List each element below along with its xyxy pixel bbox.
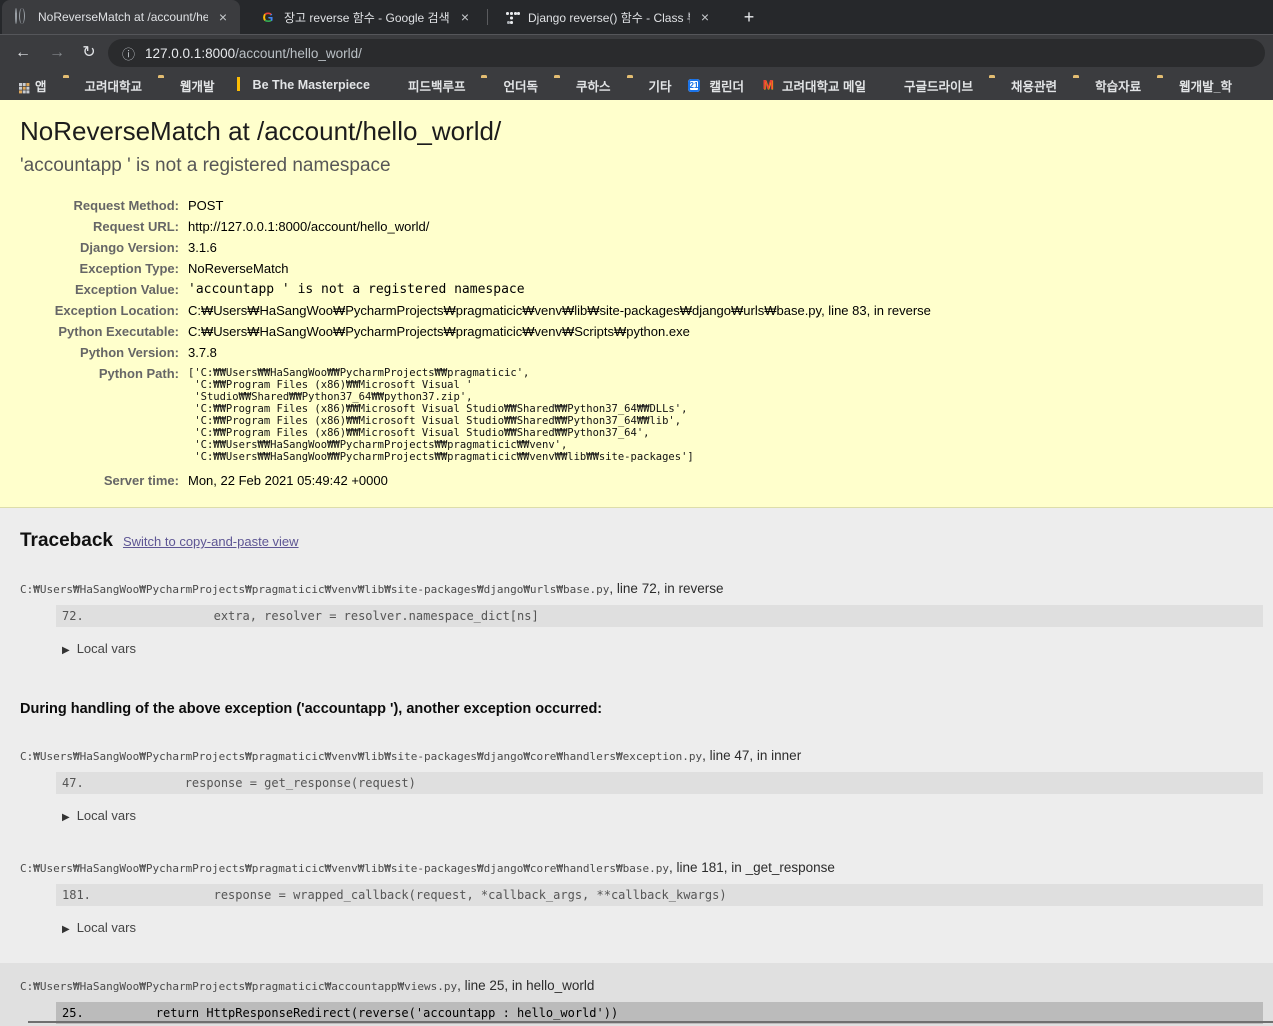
table-row: Exception Type: NoReverseMatch [79,261,289,276]
frame-code-line[interactable]: 181. response = wrapped_callback(request… [56,884,1263,906]
apps-grid-icon [16,80,26,90]
local-vars-toggle[interactable]: ▶ Local vars [62,641,1273,656]
dots-icon [504,9,520,25]
traceback-frame-user: C:₩Users₩HaSangWoo₩PycharmProjects₩pragm… [0,963,1273,1026]
browser-toolbar: ← → ↻ ⓘ 127.0.0.1:8000/account/hello_wor… [0,34,1273,70]
back-button[interactable]: ← [10,40,36,66]
page-content: NoReverseMatch at /account/hello_world/ … [0,100,1273,1026]
page-title: NoReverseMatch at /account/hello_world/ [20,116,502,146]
bookmark-folder[interactable]: 웹개발 [151,73,222,98]
folder-icon [627,77,643,93]
close-icon[interactable]: × [698,9,712,25]
bookmark-folder[interactable]: 언더독 [474,73,545,98]
error-summary: NoReverseMatch at /account/hello_world/ … [0,100,1273,508]
bookmark-drive[interactable]: 구글드라이브 [875,73,980,98]
table-row: Server time: Mon, 22 Feb 2021 05:49:42 +0… [103,473,388,488]
frame-code-line[interactable]: 72. extra, resolver = resolver.namespace… [56,605,1263,627]
table-row: Django Version: 3.1.6 [80,240,217,255]
folder-icon [1073,77,1089,93]
calendar-icon: 21 [687,79,701,92]
triangle-icon: ▶ [62,645,70,656]
tab-title: NoReverseMatch at /account/he [38,10,208,24]
folder-icon [1157,77,1173,93]
close-icon[interactable]: × [458,9,472,25]
bookmark-folder[interactable]: 학습자료 [1066,73,1148,98]
reload-button[interactable]: ↻ [76,40,102,66]
table-row: Python Version: 3.7.8 [80,345,217,360]
exception-value-heading: 'accountapp ' is not a registered namesp… [20,155,391,176]
folder-icon [554,77,570,93]
frame-file-path: C:₩Users₩HaSangWoo₩PycharmProjects₩pragm… [20,581,724,596]
bookmark-folder[interactable]: 쿠하스 [547,73,618,98]
bookmark-item[interactable]: 피드백루프 [379,73,473,98]
bookmark-folder[interactable]: 고려대학교 [56,73,150,98]
gmail-icon: M [762,77,774,92]
switch-view-link[interactable]: Switch to copy-and-paste view [123,534,299,549]
tab-google-search[interactable]: G 장고 reverse 함수 - Google 검색 × [248,0,482,34]
gift-icon [231,77,247,93]
tab-separator [487,9,488,25]
local-vars-toggle[interactable]: ▶ Local vars [62,920,1273,935]
table-row: Python Executable: C:₩Users₩HaSangWoo₩Pyc… [58,324,690,339]
tab-django-docs[interactable]: Django reverse() 함수 - Class 뷰 × [492,0,722,34]
triangle-icon: ▶ [62,924,70,935]
traceback-frame: C:₩Users₩HaSangWoo₩PycharmProjects₩pragm… [0,851,1273,954]
traceback-heading: Traceback [20,530,113,551]
tab-noreversematch[interactable]: NoReverseMatch at /account/he × [2,0,240,34]
page-info-icon[interactable]: ⓘ [122,44,135,63]
triangle-icon: ▶ [62,812,70,823]
bookmark-folder[interactable]: 웹개발_학 [1150,73,1239,98]
tab-strip: NoReverseMatch at /account/he × G 장고 rev… [0,0,1273,34]
folder-icon [989,77,1005,93]
local-vars-toggle[interactable]: ▶ Local vars [62,808,1273,823]
rainbow-icon [386,77,402,93]
frame-code-line[interactable]: 47. response = get_response(request) [56,772,1263,794]
frame-file-path: C:₩Users₩HaSangWoo₩PycharmProjects₩pragm… [20,860,835,875]
traceback-frame: C:₩Users₩HaSangWoo₩PycharmProjects₩pragm… [0,572,1273,675]
error-meta-table: Request Method: POST Request URL: http://1… [0,195,931,491]
forward-button[interactable]: → [44,40,70,66]
bookmark-folder[interactable]: 기타 [620,73,679,98]
url-host: 127.0.0.1:8000 [145,45,236,61]
table-row: Exception Location: C:₩Users₩HaSangWoo₩Py… [54,303,931,318]
folder-icon [63,77,79,93]
frame-file-path: C:₩Users₩HaSangWoo₩PycharmProjects₩pragm… [20,748,802,763]
section-divider [28,1021,1273,1023]
tab-title: Django reverse() 함수 - Class 뷰 [528,10,690,25]
globe-icon [14,8,30,25]
drive-icon [882,77,898,93]
folder-icon [158,77,174,93]
google-icon: G [260,9,276,25]
traceback-section: Traceback Switch to copy-and-paste view C… [0,508,1273,1026]
url-path: /account/hello_world/ [235,45,362,61]
table-row: Request Method: POST [73,198,224,213]
tab-title: 장고 reverse 함수 - Google 검색 [284,10,450,25]
address-bar[interactable]: ⓘ 127.0.0.1:8000/account/hello_world/ [108,39,1265,67]
bookmark-folder[interactable]: 채용관련 [982,73,1064,98]
table-row: Exception Value:'accountapp ' is not a r… [74,282,525,297]
python-path: ['C:₩₩Users₩₩HaSangWoo₩₩PycharmProjects₩… [188,367,694,463]
bookmark-apps[interactable]: 앱 [6,73,54,98]
bookmarks-bar: 앱 고려대학교 웹개발 Be The Masterpiece 피드백루프 언더독… [0,70,1273,100]
traceback-frame: C:₩Users₩HaSangWoo₩PycharmProjects₩pragm… [0,739,1273,842]
bookmark-calendar[interactable]: 21 캘린더 [681,73,752,98]
close-icon[interactable]: × [216,9,230,25]
new-tab-button[interactable]: + [737,6,761,30]
table-row: Python Path: ['C:₩₩Users₩₩HaSangWoo₩₩Pych… [0,363,931,470]
folder-icon [481,77,497,93]
during-handling-heading: During handling of the above exception (… [20,701,603,717]
table-row: Request URL: http://127.0.0.1:8000/accoun… [93,219,430,234]
bookmark-gmail[interactable]: M 고려대학교 메일 [753,73,873,98]
frame-file-path: C:₩Users₩HaSangWoo₩PycharmProjects₩pragm… [20,978,595,993]
bookmark-item[interactable]: Be The Masterpiece [224,74,377,96]
